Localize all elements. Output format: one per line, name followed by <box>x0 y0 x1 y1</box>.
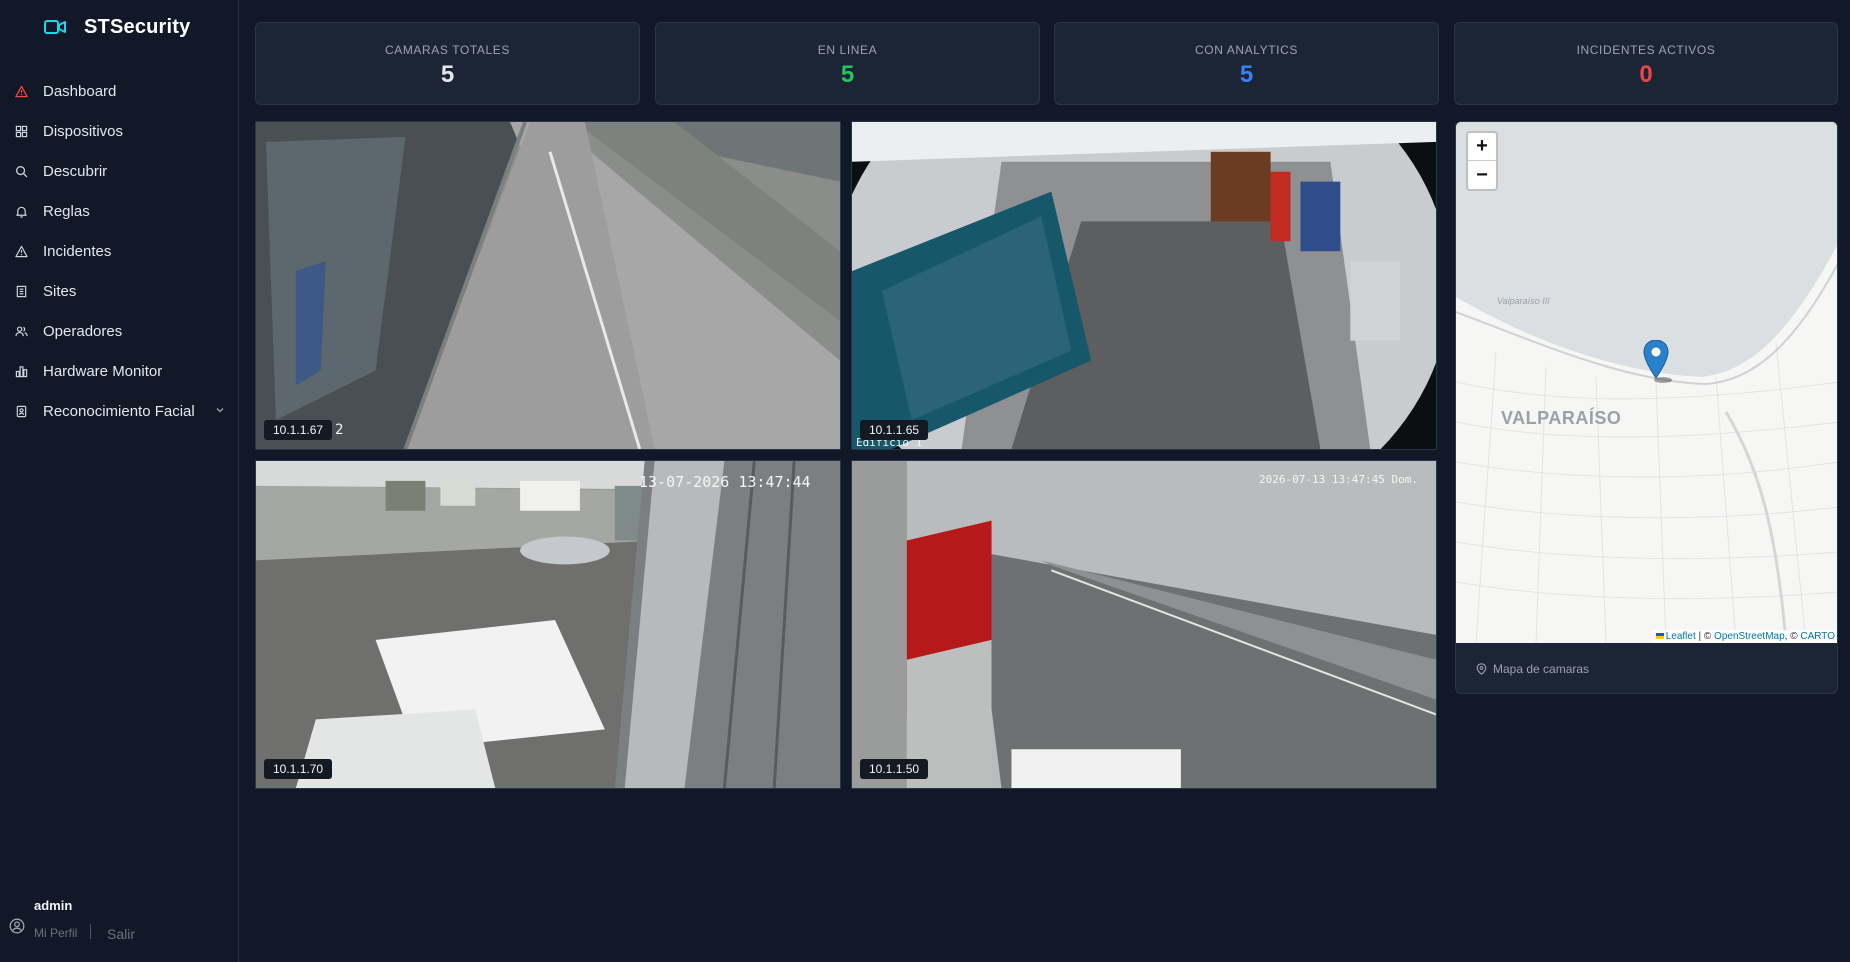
grid-icon <box>15 125 28 138</box>
camera-tile[interactable]: 2026-07-13 13:47:45 Dom. 10.1.1.50 <box>851 460 1437 789</box>
sidebar: STSecurity Dashboard Dispositivos Descub… <box>0 0 239 962</box>
map-city-label: VALPARAÍSO <box>1501 408 1622 428</box>
stat-value: 5 <box>840 61 855 88</box>
camera-overlay-text: 2026-07-13 13:47:45 Dom. <box>1259 473 1418 486</box>
sidebar-item-label: Reconocimiento Facial <box>43 402 195 420</box>
camera-feed-image <box>852 122 1436 449</box>
camera-feed-image <box>256 461 840 788</box>
stat-card-analytics: CON ANALYTICS 5 <box>1054 22 1439 105</box>
alert-triangle-icon <box>15 245 28 258</box>
camera-feed-image <box>256 122 840 449</box>
attribution-separator: | © <box>1695 631 1715 642</box>
search-icon <box>15 165 28 178</box>
stat-value: 5 <box>1239 61 1254 88</box>
map-marker-icon[interactable] <box>1643 340 1677 384</box>
stat-label: CAMARAS TOTALES <box>384 43 511 57</box>
stat-value: 0 <box>1639 61 1653 88</box>
camera-map-card: + − Valparaíso III VALPARAÍSO Leaflet | … <box>1455 121 1838 694</box>
stat-card-incidents: INCIDENTES ACTIVOS 0 <box>1454 22 1838 105</box>
alert-triangle-icon <box>15 85 28 98</box>
stat-label: CON ANALYTICS <box>1195 43 1298 57</box>
zoom-out-button[interactable]: − <box>1468 161 1496 189</box>
bell-icon <box>15 205 28 218</box>
stat-card-online: EN LINEA 5 <box>655 22 1040 105</box>
building-icon <box>15 285 28 298</box>
camera-tile[interactable]: 13-07-2026 13:47:44 10.1.1.70 <box>255 460 841 789</box>
camera-ip-label: 10.1.1.50 <box>860 759 929 779</box>
camera-feed-image <box>852 461 1436 788</box>
camera-map[interactable]: + − Valparaíso III VALPARAÍSO Leaflet | … <box>1456 122 1837 643</box>
sidebar-item-label: Sites <box>43 282 77 300</box>
sidebar-item-label: Incidentes <box>43 242 112 260</box>
sidebar-item-descubrir[interactable]: Descubrir <box>0 151 239 191</box>
map-attribution: Leaflet | © OpenStreetMap, © CARTO <box>1651 630 1837 643</box>
sidebar-item-label: Dashboard <box>43 82 117 100</box>
sidebar-item-reglas[interactable]: Reglas <box>0 191 239 231</box>
users-icon <box>15 325 28 338</box>
sidebar-item-label: Operadores <box>43 322 123 340</box>
chevron-down-icon[interactable] <box>215 405 225 415</box>
flag-icon <box>1655 633 1664 639</box>
camera-ip-label: 10.1.1.65 <box>860 420 929 440</box>
sidebar-item-reconocimiento-facial[interactable]: Reconocimiento Facial <box>0 391 239 431</box>
sidebar-item-sites[interactable]: Sites <box>0 271 239 311</box>
openstreetmap-link[interactable]: OpenStreetMap <box>1714 631 1785 642</box>
sidebar-item-incidentes[interactable]: Incidentes <box>0 231 239 271</box>
id-badge-icon <box>15 405 28 418</box>
sidebar-item-label: Hardware Monitor <box>43 362 163 380</box>
map-pin-icon <box>1476 663 1487 675</box>
camera-tile[interactable]: Edificio 1 10.1.1.65 <box>851 121 1437 450</box>
sidebar-item-dashboard[interactable]: Dashboard <box>0 71 239 111</box>
stat-card-total-cameras: CAMARAS TOTALES 5 <box>255 22 640 105</box>
zoom-control: + − <box>1466 131 1498 191</box>
stat-label: INCIDENTES ACTIVOS <box>1576 43 1716 57</box>
sidebar-item-operadores[interactable]: Operadores <box>0 311 239 351</box>
sidebar-item-label: Dispositivos <box>43 122 124 140</box>
sidebar-item-label: Descubrir <box>43 162 108 180</box>
logout-link[interactable]: Salir <box>107 926 135 942</box>
camera-ip-label: 10.1.1.67 <box>264 420 333 440</box>
leaflet-link[interactable]: Leaflet <box>1666 631 1696 642</box>
username: admin <box>34 898 73 913</box>
sidebar-item-dispositivos[interactable]: Dispositivos <box>0 111 239 151</box>
carto-link[interactable]: CARTO <box>1800 631 1835 642</box>
bar-chart-icon <box>15 365 28 378</box>
zoom-in-button[interactable]: + <box>1468 133 1496 161</box>
attribution-separator: , © <box>1784 631 1801 642</box>
sidebar-nav: Dashboard Dispositivos Descubrir Reglas … <box>0 71 239 431</box>
map-place-label: Valparaíso III <box>1497 296 1550 306</box>
map-footer: Mapa de camaras <box>1476 662 1589 676</box>
brand[interactable]: STSecurity <box>44 15 190 39</box>
user-circle-icon <box>9 918 25 934</box>
camera-overlay-text: 2 <box>335 422 344 438</box>
brand-name: STSecurity <box>84 15 191 38</box>
stat-label: EN LINEA <box>817 43 878 57</box>
camera-tile[interactable]: 2 10.1.1.67 <box>255 121 841 450</box>
sidebar-item-label: Reglas <box>43 202 90 220</box>
camera-overlay-text: 13-07-2026 13:47:44 <box>639 473 811 491</box>
user-panel: admin Mi Perfil Salir <box>0 890 239 950</box>
stat-value: 5 <box>440 61 455 88</box>
profile-link[interactable]: Mi Perfil <box>34 926 77 940</box>
divider <box>90 924 91 939</box>
map-footer-label: Mapa de camaras <box>1493 662 1590 676</box>
video-camera-icon <box>44 20 66 34</box>
sidebar-item-hardware-monitor[interactable]: Hardware Monitor <box>0 351 239 391</box>
camera-ip-label: 10.1.1.70 <box>264 759 333 779</box>
